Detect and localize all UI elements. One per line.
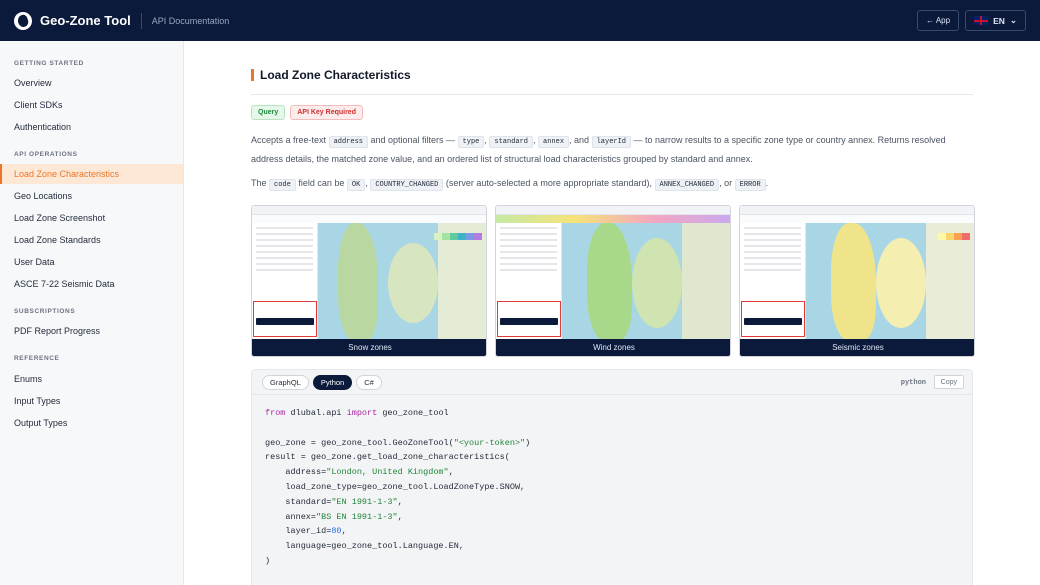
page-title-row: Load Zone Characteristics xyxy=(251,68,411,82)
text: , xyxy=(533,135,536,145)
text: , xyxy=(365,178,368,188)
map-image xyxy=(562,223,730,341)
code-line: standard="EN 1991-1-3", xyxy=(265,496,403,507)
sidebar-item-client-sdks[interactable]: Client SDKs xyxy=(0,95,183,115)
globe-logo-icon xyxy=(14,11,32,30)
sidebar-section-title: GETTING STARTED xyxy=(14,60,84,67)
sidebar-section-title: SUBSCRIPTIONS xyxy=(14,308,76,315)
inline-code: ERROR xyxy=(734,179,766,191)
code-language-label: python xyxy=(900,379,926,387)
brand-name[interactable]: Geo-Zone Tool xyxy=(40,13,131,28)
app-header xyxy=(496,215,730,223)
screenshot-caption: Wind zones xyxy=(496,339,730,356)
inline-code: OK xyxy=(346,179,366,191)
text: and optional filters — xyxy=(370,135,456,145)
sidebar-item-geo-locations[interactable]: Geo Locations xyxy=(0,186,183,206)
code-header-divider xyxy=(252,394,972,395)
tab-graphql[interactable]: GraphQL xyxy=(262,375,309,390)
text: The xyxy=(251,178,267,188)
code-line: geo_zone = geo_zone_tool.GeoZoneTool("<y… xyxy=(265,437,531,448)
inline-code: standard xyxy=(489,136,533,148)
page-title: Load Zone Characteristics xyxy=(260,68,411,82)
sidebar-section-title: API OPERATIONS xyxy=(14,151,78,158)
inline-code: address xyxy=(328,136,368,148)
language-label: EN xyxy=(993,15,1005,26)
app-header xyxy=(252,215,486,223)
header-divider xyxy=(140,12,142,29)
inline-code: layerId xyxy=(591,136,631,148)
text: , and xyxy=(569,135,590,145)
tab-python[interactable]: Python xyxy=(312,375,353,390)
wind-zones-screenshot[interactable]: Wind zones xyxy=(495,205,731,357)
copy-button[interactable]: Copy xyxy=(933,375,964,389)
code-line: ) xyxy=(265,555,271,566)
inline-code: annex xyxy=(538,136,570,148)
code-line: layer_id=80, xyxy=(265,526,347,537)
sidebar-item-pdf-report-progress[interactable]: PDF Report Progress xyxy=(0,321,183,341)
sidebar-item-enums[interactable]: Enums xyxy=(0,369,183,389)
code-sample: GraphQL Python C# python Copy from dluba… xyxy=(251,369,973,585)
code-field-paragraph: The code field can be OK, COUNTRY_CHANGE… xyxy=(251,175,973,194)
browser-tabs-bar xyxy=(496,206,730,215)
code-line: address="London, United Kingdom", xyxy=(265,467,454,478)
app-header xyxy=(740,215,974,223)
title-accent-bar xyxy=(251,69,254,81)
api-key-badge: API Key Required xyxy=(290,105,363,120)
text: , xyxy=(484,135,487,145)
sidebar-item-authentication[interactable]: Authentication xyxy=(0,117,183,137)
inline-code: type xyxy=(457,136,485,148)
screenshot-caption: Snow zones xyxy=(252,339,486,356)
sidebar-item-asce-seismic-data[interactable]: ASCE 7-22 Seismic Data xyxy=(0,274,183,294)
sidebar-section-title: REFERENCE xyxy=(14,355,60,362)
tab-csharp[interactable]: C# xyxy=(356,375,382,390)
top-bar: Geo-Zone Tool API Documentation ← App EN… xyxy=(0,0,1040,41)
text: . xyxy=(765,178,769,188)
description-paragraph: Accepts a free-text address and optional… xyxy=(251,132,973,168)
info-panel xyxy=(252,223,318,341)
back-to-app-button[interactable]: ← App xyxy=(917,10,960,31)
query-badge: Query xyxy=(251,105,286,120)
screenshot-gallery: Snow zones Wind zones Seismic zones xyxy=(251,205,975,357)
language-tabs: GraphQL Python C# xyxy=(262,375,382,390)
inline-code: ANNEX_CHANGED xyxy=(654,179,720,191)
uk-flag-icon xyxy=(974,16,989,25)
code-line: language=geo_zone_tool.Language.EN, xyxy=(265,541,464,552)
chevron-down-icon: ⌄ xyxy=(1009,15,1017,25)
sidebar-item-load-zone-characteristics[interactable]: Load Zone Characteristics xyxy=(0,164,183,184)
sidebar-item-load-zone-screenshot[interactable]: Load Zone Screenshot xyxy=(0,208,183,228)
info-panel xyxy=(496,223,562,341)
header-subtitle: API Documentation xyxy=(151,15,230,26)
sidebar-item-input-types[interactable]: Input Types xyxy=(0,391,183,411)
text: (server auto-selected a more appropriate… xyxy=(445,178,652,188)
snow-zones-screenshot[interactable]: Snow zones xyxy=(251,205,487,357)
language-selector[interactable]: EN ⌄ xyxy=(965,10,1026,31)
text: field can be xyxy=(298,178,345,188)
inline-code: code xyxy=(269,179,296,191)
text: Accepts a free-text xyxy=(251,135,327,145)
seismic-zones-screenshot[interactable]: Seismic zones xyxy=(739,205,975,357)
title-divider xyxy=(251,94,973,95)
map-image xyxy=(318,223,486,341)
browser-tabs-bar xyxy=(740,206,974,215)
text: , or xyxy=(719,178,733,188)
browser-tabs-bar xyxy=(252,206,486,215)
sidebar-item-overview[interactable]: Overview xyxy=(0,73,183,93)
code-line: result = geo_zone.get_load_zone_characte… xyxy=(265,452,510,463)
sidebar: GETTING STARTED Overview Client SDKs Aut… xyxy=(0,41,184,585)
sidebar-item-user-data[interactable]: User Data xyxy=(0,252,183,272)
badge-row: Query API Key Required xyxy=(251,105,363,120)
code-line: from dlubal.api import geo_zone_tool xyxy=(265,408,449,418)
text: — to narrow results to a specific zone t… xyxy=(633,135,876,145)
code-line: load_zone_type=geo_zone_tool.LoadZoneTyp… xyxy=(265,481,526,492)
screenshot-caption: Seismic zones xyxy=(740,339,974,356)
inline-code: COUNTRY_CHANGED xyxy=(370,179,444,191)
code-line: annex="BS EN 1991-1-3", xyxy=(265,511,403,522)
sidebar-item-output-types[interactable]: Output Types xyxy=(0,413,183,433)
info-panel xyxy=(740,223,806,341)
sidebar-item-load-zone-standards[interactable]: Load Zone Standards xyxy=(0,230,183,250)
code-block[interactable]: from dlubal.api import geo_zone_tool geo… xyxy=(265,406,530,569)
map-image xyxy=(806,223,974,341)
